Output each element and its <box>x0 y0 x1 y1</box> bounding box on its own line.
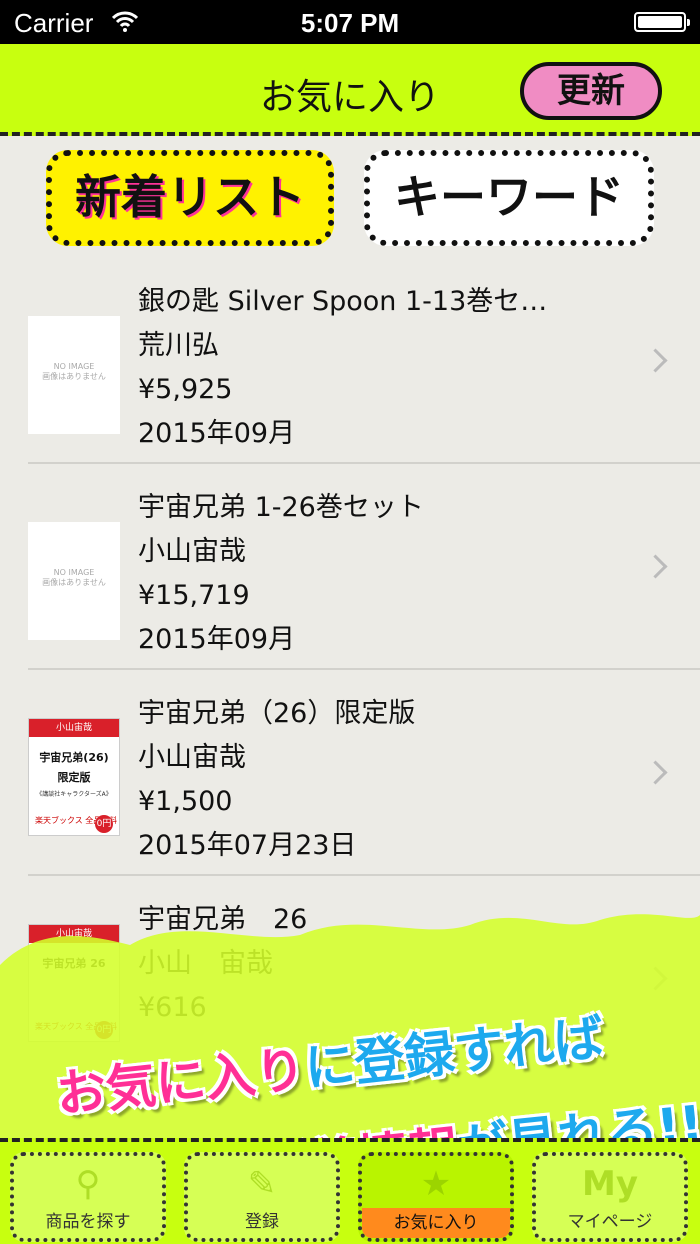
product-thumbnail: NO IMAGE 画像はありません <box>28 316 120 434</box>
search-icon: ⚲ <box>75 1164 101 1204</box>
item-title: 宇宙兄弟（26）限定版 <box>138 698 416 729</box>
cover-badge: 0円 <box>95 815 113 833</box>
item-author: 小山 宙哉 <box>138 948 273 979</box>
no-image-sub: 画像はありません <box>42 372 106 381</box>
item-author: 小山宙哉 <box>138 742 246 773</box>
no-image-label: NO IMAGE <box>53 362 95 371</box>
status-bar: Carrier 5:07 PM <box>0 0 700 44</box>
chevron-right-icon <box>643 966 668 991</box>
nav-bar: お気に入り 更新 <box>0 44 700 136</box>
cover-band: 小山宙哉 <box>29 925 119 943</box>
item-title: 銀の匙 Silver Spoon 1-13巻セ… <box>138 286 548 317</box>
item-date: 2015年07月23日 <box>138 830 357 861</box>
tab-search[interactable]: ⚲ 商品を探す <box>10 1152 166 1242</box>
no-image-sub: 画像はありません <box>42 578 106 587</box>
product-thumbnail: NO IMAGE 画像はありません <box>28 522 120 640</box>
item-date: 2015年09月 <box>138 624 296 655</box>
list-item[interactable]: 小山宙哉 宇宙兄弟(26) 限定版 《講談社キャラクターズA》 楽天ブックス 全… <box>0 670 700 876</box>
battery-icon <box>634 12 690 32</box>
tab-bar: ⚲ 商品を探す ✎ 登録 ★ お気に入り My マイページ <box>0 1138 700 1244</box>
cover-edition: 限定版 <box>57 771 91 784</box>
item-price: ¥1,500 <box>138 786 233 817</box>
list-item[interactable]: NO IMAGE 画像はありません 宇宙兄弟 1-26巻セット 小山宙哉 ¥15,… <box>0 464 700 670</box>
tab-label: マイページ <box>567 1212 653 1232</box>
tab-label: 登録 <box>245 1212 279 1232</box>
item-author: 小山宙哉 <box>138 536 246 567</box>
book-cover-thumbnail: 小山宙哉 宇宙兄弟(26) 限定版 《講談社キャラクターズA》 楽天ブックス 全… <box>28 718 120 836</box>
tab-favorites[interactable]: ★ お気に入り <box>358 1152 514 1242</box>
item-price: ¥616 <box>138 992 207 1023</box>
cover-series: 《講談社キャラクターズA》 <box>36 791 112 798</box>
item-price: ¥5,925 <box>138 374 233 405</box>
tab-label: お気に入り <box>362 1208 510 1238</box>
new-list-button[interactable]: 新着リスト <box>46 150 334 246</box>
refresh-button[interactable]: 更新 <box>520 62 662 120</box>
item-author: 荒川弘 <box>138 330 219 361</box>
chevron-right-icon <box>643 760 668 785</box>
pencil-icon: ✎ <box>247 1164 277 1204</box>
my-icon: My <box>582 1164 638 1204</box>
item-date: 2015年09月 <box>138 418 296 449</box>
tab-register[interactable]: ✎ 登録 <box>184 1152 340 1242</box>
star-icon: ★ <box>420 1164 452 1204</box>
keyword-button[interactable]: キーワード <box>364 150 654 246</box>
list-item[interactable]: NO IMAGE 画像はありません 銀の匙 Silver Spoon 1-13巻セ… <box>0 258 700 464</box>
item-price: ¥15,719 <box>138 580 250 611</box>
chevron-right-icon <box>643 554 668 579</box>
item-title: 宇宙兄弟 26 <box>138 904 308 935</box>
tab-label: 商品を探す <box>45 1212 131 1232</box>
tab-mypage[interactable]: My マイページ <box>532 1152 688 1242</box>
item-title: 宇宙兄弟 1-26巻セット <box>138 492 424 523</box>
cover-title: 宇宙兄弟(26) <box>39 751 109 764</box>
item-date <box>138 1030 608 1074</box>
book-cover-thumbnail: 小山宙哉 宇宙兄弟 26 楽天ブックス 全品送料 0円 <box>28 924 120 1042</box>
status-time: 5:07 PM <box>300 8 400 38</box>
cover-band: 小山宙哉 <box>29 719 119 737</box>
chevron-right-icon <box>643 348 668 373</box>
cover-badge: 0円 <box>95 1021 113 1039</box>
no-image-label: NO IMAGE <box>53 568 95 577</box>
cover-title: 宇宙兄弟 26 <box>42 957 106 970</box>
list-item[interactable]: 小山宙哉 宇宙兄弟 26 楽天ブックス 全品送料 0円 宇宙兄弟 26 小山 宙… <box>0 876 700 1082</box>
